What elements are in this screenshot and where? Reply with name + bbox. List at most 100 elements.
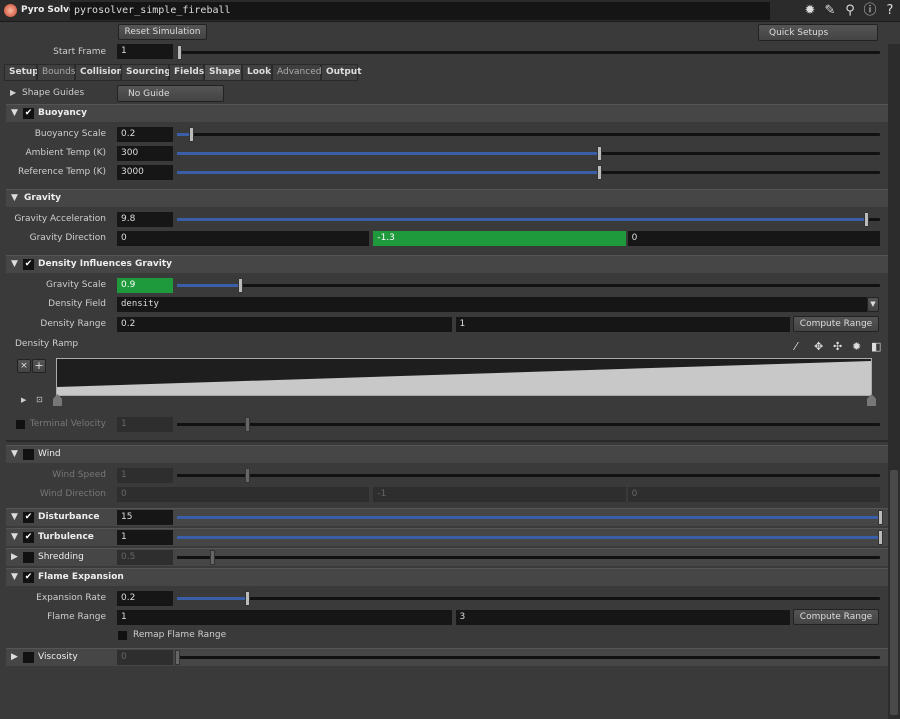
expand-triangle-icon[interactable]: ▶ xyxy=(11,552,18,562)
turbulence-field[interactable]: 1 xyxy=(117,530,173,545)
ambient-temp-label: Ambient Temp (K) xyxy=(25,148,106,158)
terminal-velocity-field: 1 xyxy=(117,417,173,432)
tab-setup[interactable]: Setup xyxy=(4,64,39,81)
collapse-triangle-icon[interactable]: ▼ xyxy=(11,108,18,118)
quick-setups-menu[interactable]: Quick Setups xyxy=(758,24,878,41)
expansion-rate-slider[interactable] xyxy=(177,591,880,606)
wind-speed-field: 1 xyxy=(117,468,173,483)
turbulence-slider[interactable] xyxy=(177,530,883,545)
enable-checkbox[interactable] xyxy=(23,552,34,563)
play-icon[interactable]: ▶ xyxy=(21,396,26,404)
disturbance-field[interactable]: 15 xyxy=(117,510,173,525)
gear-icon[interactable]: ✹ xyxy=(802,3,818,19)
expand-triangle-icon[interactable]: ▶ xyxy=(10,88,16,97)
slider-handle[interactable] xyxy=(878,530,883,545)
gravity-dir-field-1[interactable]: -1.3 xyxy=(373,231,626,246)
compute-range-button[interactable]: Compute Range xyxy=(793,609,879,625)
flame-range-field-0[interactable]: 1 xyxy=(117,610,452,625)
section-buoyancy[interactable]: ▼ ✔ Buoyancy xyxy=(6,104,888,122)
tab-sourcing[interactable]: Sourcing xyxy=(121,64,171,81)
ambient-temp-field[interactable]: 300 xyxy=(117,146,173,161)
start-frame-field[interactable]: 1 xyxy=(117,44,173,59)
compute-range-button[interactable]: Compute Range xyxy=(793,316,879,332)
collapse-triangle-icon[interactable]: ▼ xyxy=(11,259,18,269)
collapse-triangle-icon[interactable]: ▼ xyxy=(11,449,18,459)
wind-dir-field-1: -1 xyxy=(373,487,626,502)
disturbance-slider[interactable] xyxy=(177,510,883,525)
tab-fields[interactable]: Fields xyxy=(169,64,204,81)
tab-shape[interactable]: Shape xyxy=(204,64,242,81)
flame-range-field-1[interactable]: 3 xyxy=(455,610,790,625)
density-field-input[interactable]: density xyxy=(117,297,867,312)
node-name-field[interactable]: pyrosolver_simple_fireball xyxy=(70,2,770,20)
slider-handle[interactable] xyxy=(245,591,251,606)
collapse-triangle-icon[interactable]: ▼ xyxy=(11,532,18,542)
slider-handle[interactable] xyxy=(596,146,602,161)
density-range-field-0[interactable]: 0.2 xyxy=(117,317,452,332)
help-icon[interactable]: ? xyxy=(882,3,898,19)
reference-temp-field[interactable]: 3000 xyxy=(117,165,173,180)
density-range-field-1[interactable]: 1 xyxy=(455,317,790,332)
enable-checkbox[interactable]: ✔ xyxy=(23,572,34,583)
brush-icon[interactable]: ✎ xyxy=(822,3,838,19)
slider-handle[interactable] xyxy=(177,45,182,60)
tab-bounds[interactable]: Bounds xyxy=(37,64,76,81)
scrollbar-thumb[interactable] xyxy=(890,470,898,715)
section-wind[interactable]: ▼ Wind xyxy=(6,445,888,463)
collapse-triangle-icon[interactable]: ▼ xyxy=(11,512,18,522)
start-frame-slider[interactable] xyxy=(177,45,880,60)
buoyancy-scale-slider[interactable] xyxy=(177,127,880,142)
collapse-triangle-icon[interactable]: ▼ xyxy=(11,572,18,582)
ambient-temp-slider[interactable] xyxy=(177,146,880,161)
link-icon[interactable]: ⊡ xyxy=(36,395,43,404)
density-field-menu-button[interactable]: ▼ xyxy=(867,297,879,312)
tab-output[interactable]: Output xyxy=(321,64,362,81)
move-icon[interactable]: ✥ xyxy=(814,340,823,353)
expand-triangle-icon[interactable]: ▶ xyxy=(11,652,18,662)
enable-checkbox[interactable]: ✔ xyxy=(23,512,34,523)
buoyancy-scale-field[interactable]: 0.2 xyxy=(117,127,173,142)
collapse-triangle-icon[interactable]: ▼ xyxy=(11,193,18,203)
enable-checkbox[interactable]: ✔ xyxy=(23,108,34,119)
slider-handle[interactable] xyxy=(189,127,195,142)
shape-guides-menu[interactable]: No Guide xyxy=(117,85,224,102)
gravity-scale-slider[interactable] xyxy=(177,278,880,293)
reset-simulation-button[interactable]: Reset Simulation xyxy=(118,24,207,40)
slider-handle[interactable] xyxy=(238,278,244,293)
section-gravity[interactable]: ▼ Gravity xyxy=(6,189,888,207)
section-flame_expansion[interactable]: ▼ ✔ Flame Expansion xyxy=(6,568,888,586)
gradient-icon[interactable]: ◧ xyxy=(871,340,881,353)
slider-handle[interactable] xyxy=(596,165,602,180)
remap-flame-range-checkbox[interactable] xyxy=(118,631,127,640)
pyro-node-icon[interactable] xyxy=(4,4,17,17)
slider-handle[interactable] xyxy=(863,212,869,227)
reference-temp-slider[interactable] xyxy=(177,165,880,180)
gravity-accel-slider[interactable] xyxy=(177,212,880,227)
line-icon[interactable]: ⁄ xyxy=(795,340,797,353)
slider-fill xyxy=(177,284,241,287)
delete-point-button[interactable]: × xyxy=(17,359,31,373)
slider-handle[interactable] xyxy=(878,510,883,525)
gravity-scale-field[interactable]: 0.9 xyxy=(117,278,173,293)
gear-icon[interactable]: ✹ xyxy=(852,340,861,353)
section-density_influences[interactable]: ▼ ✔ Density Influences Gravity xyxy=(6,255,888,273)
enable-checkbox[interactable] xyxy=(23,652,34,663)
tab-collision[interactable]: Collision xyxy=(75,64,123,81)
density-ramp-editor[interactable] xyxy=(56,358,872,396)
info-icon[interactable]: ⓘ xyxy=(862,3,878,19)
add-point-button[interactable]: + xyxy=(32,359,46,373)
wind-speed-slider xyxy=(177,468,880,483)
pan-icon[interactable]: ✣ xyxy=(833,340,842,353)
enable-checkbox[interactable]: ✔ xyxy=(23,532,34,543)
gravity-dir-field-0[interactable]: 0 xyxy=(117,231,370,246)
tab-look[interactable]: Look xyxy=(242,64,272,81)
enable-checkbox[interactable] xyxy=(23,449,34,460)
enable-checkbox[interactable]: ✔ xyxy=(23,259,34,270)
section-title: Density Influences Gravity xyxy=(38,259,173,269)
gravity-accel-field[interactable]: 9.8 xyxy=(117,212,173,227)
expansion-rate-field[interactable]: 0.2 xyxy=(117,591,173,606)
tab-advanced[interactable]: Advanced xyxy=(272,64,321,81)
gravity-dir-field-2[interactable]: 0 xyxy=(627,231,880,246)
slider-handle xyxy=(245,417,251,432)
search-icon[interactable]: ⚲ xyxy=(842,3,858,19)
